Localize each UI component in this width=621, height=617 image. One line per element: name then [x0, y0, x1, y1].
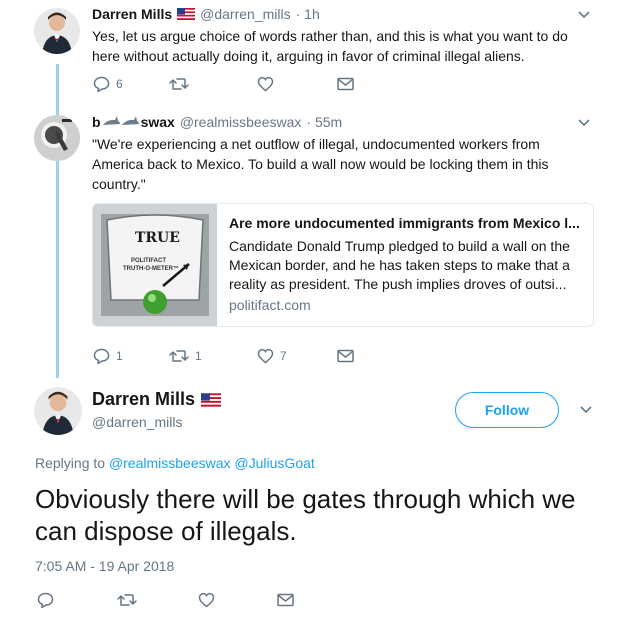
avatar[interactable] [34, 115, 80, 161]
replying-to-link-1[interactable]: @realmissbeeswax [109, 455, 231, 471]
tweet1-handle[interactable]: @darren_mills [200, 6, 290, 22]
retweet-button[interactable]: 1 [169, 349, 257, 363]
tweet2-handle[interactable]: @realmissbeeswax [180, 114, 302, 130]
follow-button[interactable]: Follow [455, 392, 559, 428]
avatar-darren-image [34, 8, 80, 54]
retweet-button[interactable] [117, 593, 198, 607]
like-button[interactable] [198, 592, 277, 608]
direct-message-button[interactable] [337, 77, 354, 91]
truth-o-meter-image: TRUE POLITIFACT TRUTH-O-METER™ [93, 204, 217, 326]
main-tweet-actions [37, 592, 294, 608]
reply-icon [93, 76, 110, 92]
card-description: Candidate Donald Trump pledged to build … [229, 238, 570, 292]
link-preview-card[interactable]: TRUE POLITIFACT TRUTH-O-METER™ Are more … [92, 203, 594, 327]
tweet2-actions: 1 1 7 [93, 348, 354, 364]
reply-button[interactable]: 1 [93, 348, 169, 364]
meter-brand-line-1: POLITIFACT [131, 258, 166, 264]
avatar-darren-image [34, 387, 82, 435]
us-flag-icon [177, 8, 196, 20]
retweet-icon [117, 594, 137, 606]
reply-icon [37, 592, 54, 608]
meter-label: TRUE [135, 230, 180, 246]
chevron-down-icon[interactable] [577, 10, 591, 20]
avatar[interactable] [34, 387, 82, 435]
card-domain: politifact.com [229, 297, 311, 313]
tweet1-author-name[interactable]: Darren Mills [92, 6, 172, 22]
main-tweet-handle[interactable]: @darren_mills [92, 414, 182, 430]
main-tweet-author-name[interactable]: Darren Mills [92, 389, 195, 410]
retweet-count: 1 [195, 349, 202, 363]
tweet1-header: Darren Mills @darren_mills · 1h [92, 6, 320, 22]
like-button[interactable] [257, 76, 337, 92]
like-button[interactable]: 7 [257, 348, 337, 364]
retweet-icon [169, 78, 189, 90]
tweet2-name-suffix: swax [140, 114, 175, 130]
heart-icon [257, 348, 274, 364]
tweet2-name-prefix: b [92, 114, 101, 130]
retweet-button[interactable] [169, 77, 257, 91]
reply-count: 6 [116, 77, 123, 91]
reply-button[interactable] [37, 592, 117, 608]
envelope-icon [337, 349, 354, 363]
tweet2-time[interactable]: · 55m [306, 114, 342, 130]
card-title: Are more undocumented immigrants from Me… [229, 215, 580, 231]
us-flag-icon [201, 392, 222, 407]
tweet1-text: Yes, let us argue choice of words rather… [92, 28, 568, 64]
reply-button[interactable]: 6 [93, 76, 169, 92]
tweet2-author-name[interactable]: b swax [92, 114, 175, 130]
chevron-down-icon[interactable] [579, 405, 593, 415]
retweet-icon [169, 350, 189, 362]
tweet2-header: b swax @realmissbeeswax · 55m [92, 114, 342, 130]
direct-message-button[interactable] [277, 593, 294, 607]
tweet1-time[interactable]: · 1h [296, 6, 320, 22]
tweet1-actions: 6 [93, 76, 354, 92]
main-tweet-name-row: Darren Mills [92, 389, 222, 410]
replying-to-prefix: Replying to [35, 455, 106, 471]
reply-icon [93, 348, 110, 364]
avatar-beeswax-image [34, 115, 80, 161]
envelope-icon [277, 593, 294, 607]
envelope-icon [337, 77, 354, 91]
tweet2-text: "We're experiencing a net outflow of ill… [92, 136, 549, 192]
like-count: 7 [280, 349, 287, 363]
direct-message-button[interactable] [337, 349, 354, 363]
shark-icon [102, 116, 139, 125]
meter-brand-line-2: TRUTH-O-METER™ [123, 266, 179, 272]
replying-to-link-2[interactable]: @JuliusGoat [234, 455, 314, 471]
avatar[interactable] [34, 8, 80, 54]
heart-icon [198, 592, 215, 608]
main-tweet-text: Obviously there will be gates through wh… [35, 484, 576, 546]
thread-connector-line [56, 64, 59, 378]
replying-to-line: Replying to @realmissbeeswax @JuliusGoat [35, 455, 315, 471]
heart-icon [257, 76, 274, 92]
reply-count: 1 [116, 349, 123, 363]
chevron-down-icon[interactable] [577, 118, 591, 128]
main-tweet-timestamp[interactable]: 7:05 AM - 19 Apr 2018 [35, 558, 174, 574]
